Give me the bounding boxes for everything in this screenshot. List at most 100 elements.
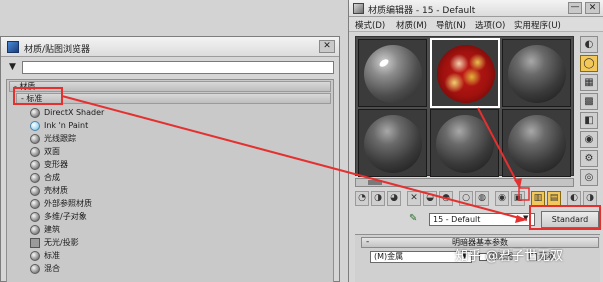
editor-minimize-button[interactable]: — — [568, 2, 582, 14]
select-by-material-icon[interactable]: ◎ — [580, 169, 598, 186]
editor-close-button[interactable]: ✕ — [585, 2, 600, 14]
list-item[interactable]: 无光/投影 — [30, 237, 330, 249]
sample-sphere — [508, 45, 566, 103]
list-item-label: DirectX Shader — [44, 108, 105, 117]
pick-from-object-icon[interactable]: ◐ — [567, 191, 581, 206]
sample-sphere — [508, 115, 566, 173]
reset-map-icon[interactable]: ✕ — [407, 191, 421, 206]
editor-titlebar[interactable]: 材质编辑器 - 15 - Default — ✕ — [349, 0, 603, 17]
list-item[interactable]: 光线跟踪 — [30, 133, 330, 145]
list-item[interactable]: 外部参照材质 — [30, 198, 330, 210]
list-item-label: 标准 — [44, 251, 60, 260]
material-name-row: ✎ 15 - Default ▼ Standard — [355, 211, 600, 228]
list-item-label: 建筑 — [44, 225, 60, 234]
browser-close-button[interactable]: ✕ — [319, 40, 335, 53]
material-sphere-icon — [30, 251, 40, 261]
sample-slot-5[interactable] — [430, 109, 499, 177]
list-item-label: 无光/投影 — [44, 238, 79, 247]
list-item[interactable]: 标准 — [30, 250, 330, 262]
list-item-label: Ink 'n Paint — [44, 121, 89, 130]
material-name-field[interactable]: 15 - Default — [429, 213, 535, 226]
material-map-browser-window: 材质/贴图浏览器 ✕ ▼ - 材质 - 标准 DirectX Shader In… — [0, 36, 340, 282]
rollout-toggle[interactable]: - — [366, 237, 369, 247]
scrollbar-thumb[interactable] — [368, 180, 382, 185]
make-preview-icon[interactable]: ◉ — [580, 131, 598, 148]
sample-type-icon[interactable]: ◐ — [580, 36, 598, 53]
list-item-label: 双面 — [44, 147, 60, 156]
editor-title: 材质编辑器 - 15 - Default — [368, 6, 476, 16]
list-item-label: 壳材质 — [44, 186, 68, 195]
material-sphere-icon — [30, 173, 40, 183]
browser-title: 材质/贴图浏览器 — [24, 45, 91, 55]
slot-scrollbar[interactable] — [355, 178, 574, 187]
show-map-icon[interactable]: ◍ — [475, 191, 489, 206]
list-item-label: 多维/子对象 — [44, 212, 87, 221]
menu-navigation[interactable]: 导航(N) — [436, 19, 466, 31]
material-sphere-icon — [30, 199, 40, 209]
list-item[interactable]: 双面 — [30, 146, 330, 158]
sample-sphere — [364, 45, 422, 103]
material-sphere-icon — [30, 160, 40, 170]
material-sphere-icon — [30, 121, 40, 131]
list-item[interactable]: 合成 — [30, 172, 330, 184]
material-map-navigator-icon[interactable]: ▤ — [547, 191, 561, 206]
sample-slot-2-active[interactable] — [430, 38, 500, 108]
video-color-check-icon[interactable]: ◧ — [580, 112, 598, 129]
app-icon — [353, 3, 364, 14]
make-unique-icon[interactable]: ◒ — [423, 191, 437, 206]
options-icon[interactable]: ⚙ — [580, 150, 598, 167]
extra-tool-icon[interactable]: ◑ — [583, 191, 597, 206]
list-item-label: 外部参照材质 — [44, 199, 92, 208]
put-to-library-icon[interactable]: ◓ — [439, 191, 453, 206]
go-forward-sibling-icon[interactable]: ▥ — [531, 191, 545, 206]
menu-options[interactable]: 选项(O) — [475, 19, 505, 31]
background-icon[interactable]: ▦ — [580, 74, 598, 91]
sample-slots — [355, 36, 574, 177]
menu-utilities[interactable]: 实用程序(U) — [514, 19, 561, 31]
material-sphere-icon — [30, 225, 40, 235]
app-icon — [7, 41, 19, 53]
chevron-down-icon[interactable]: ▼ — [523, 214, 528, 222]
menu-material[interactable]: 材质(M) — [396, 19, 427, 31]
group-header-standard[interactable]: - 标准 — [16, 93, 331, 104]
sample-slot-1[interactable] — [358, 39, 427, 107]
sample-slot-4[interactable] — [358, 109, 427, 177]
browser-filter-row: ▼ — [6, 61, 334, 74]
material-sphere-icon — [30, 147, 40, 157]
filter-icon[interactable]: ▼ — [9, 62, 16, 72]
list-item[interactable]: 建筑 — [30, 224, 330, 236]
sample-slot-6[interactable] — [502, 109, 571, 177]
get-material-icon[interactable]: ◔ — [355, 191, 369, 206]
list-item[interactable]: 多维/子对象 — [30, 211, 330, 223]
list-item[interactable]: Ink 'n Paint — [30, 120, 330, 132]
list-item-label: 变形器 — [44, 160, 68, 169]
uv-tiling-icon[interactable]: ▩ — [580, 93, 598, 110]
material-sphere-icon — [30, 264, 40, 274]
menu-mode[interactable]: 模式(D) — [355, 19, 385, 31]
material-list: - 材质 - 标准 DirectX Shader Ink 'n Paint 光线… — [6, 79, 334, 282]
backlight-icon[interactable]: ◯ — [580, 55, 598, 72]
material-editor-window: 材质编辑器 - 15 - Default — ✕ 模式(D) 材质(M) 导航(… — [348, 0, 603, 282]
browser-titlebar[interactable]: 材质/贴图浏览器 ✕ — [1, 37, 339, 57]
go-to-parent-icon[interactable]: ▣ — [511, 191, 525, 206]
sample-sphere-textured — [437, 45, 495, 103]
assign-to-selection-icon[interactable]: ◕ — [387, 191, 401, 206]
browser-search-input[interactable] — [22, 61, 334, 74]
matte-square-icon — [30, 238, 40, 248]
editor-menubar: 模式(D) 材质(M) 导航(N) 选项(O) 实用程序(U) — [349, 17, 603, 32]
material-sphere-icon — [30, 212, 40, 222]
material-type-button[interactable]: Standard — [541, 211, 599, 228]
list-item[interactable]: 混合 — [30, 263, 330, 275]
material-sphere-icon — [30, 186, 40, 196]
list-item[interactable]: 变形器 — [30, 159, 330, 171]
material-id-icon[interactable]: ○ — [459, 191, 473, 206]
sample-sphere — [436, 115, 494, 173]
list-item[interactable]: 壳材质 — [30, 185, 330, 197]
show-end-result-icon[interactable]: ◉ — [495, 191, 509, 206]
list-item[interactable]: DirectX Shader — [30, 107, 330, 119]
group-header-material[interactable]: - 材质 — [9, 81, 331, 92]
sample-slot-3[interactable] — [502, 39, 571, 107]
sample-sphere — [364, 115, 422, 173]
eyedropper-icon[interactable]: ✎ — [409, 213, 417, 224]
put-to-scene-icon[interactable]: ◑ — [371, 191, 385, 206]
